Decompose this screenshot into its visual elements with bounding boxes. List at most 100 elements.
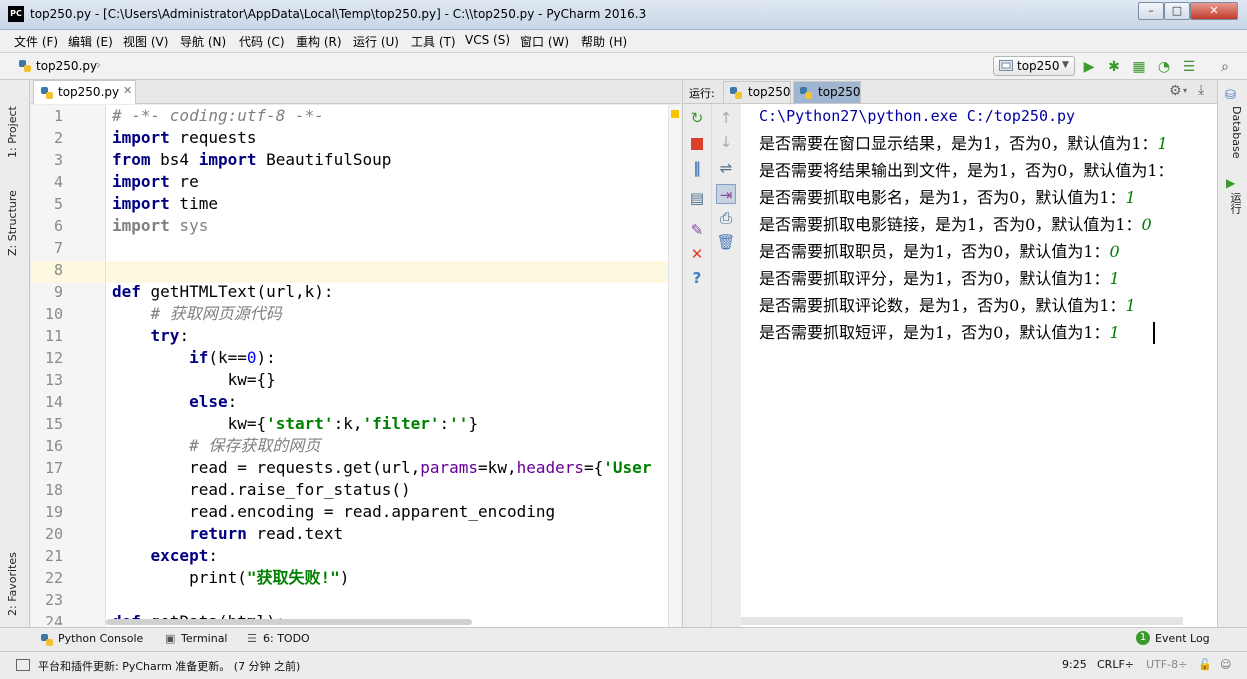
line-number: 23 bbox=[44, 591, 63, 609]
help-icon[interactable]: ? bbox=[687, 268, 707, 288]
run-icon[interactable]: ▶ bbox=[1080, 58, 1098, 76]
line-number: 15 bbox=[44, 415, 63, 433]
line-number: 8 bbox=[53, 261, 63, 279]
status-message[interactable]: 平台和插件更新: PyCharm 准备更新。 (7 分钟 之前) bbox=[38, 658, 300, 674]
console-line: 是否需要抓取电影链接，是为1，否为0，默认值为1：0 bbox=[759, 211, 1152, 238]
lock-icon[interactable]: 🔓 bbox=[1198, 658, 1212, 671]
console-command: C:\Python27\python.exe C:/top250.py bbox=[759, 107, 1076, 125]
menu-file[interactable]: 文件 (F) bbox=[14, 33, 58, 50]
menu-edit[interactable]: 编辑 (E) bbox=[68, 33, 113, 50]
gutter-divider bbox=[105, 105, 106, 627]
minimize-button[interactable]: – bbox=[1138, 2, 1164, 20]
menu-bar: 文件 (F) 编辑 (E) 视图 (V) 导航 (N) 代码 (C) 重构 (R… bbox=[0, 30, 1247, 52]
rerun-icon[interactable]: ↻ bbox=[687, 108, 707, 128]
line-number: 16 bbox=[44, 437, 63, 455]
python-file-icon bbox=[730, 87, 742, 99]
breadcrumb-chevron-icon: › bbox=[96, 58, 102, 73]
console-input: 1 bbox=[1125, 296, 1136, 315]
breadcrumb-file[interactable]: top250.py bbox=[36, 59, 97, 73]
menu-window[interactable]: 窗口 (W) bbox=[520, 33, 569, 50]
line-number: 14 bbox=[44, 393, 63, 411]
menu-navigate[interactable]: 导航 (N) bbox=[180, 33, 226, 50]
inspector-icon[interactable]: ☺ bbox=[1220, 658, 1231, 671]
arrow-down-icon[interactable]: ↓ bbox=[716, 132, 736, 152]
code-line: if(k==0): bbox=[189, 348, 276, 367]
line-separator[interactable]: CRLF÷ bbox=[1097, 658, 1134, 671]
caret-position[interactable]: 9:25 bbox=[1062, 658, 1087, 671]
debug-icon[interactable]: ✱ bbox=[1105, 58, 1123, 76]
coverage-icon[interactable]: ▦ bbox=[1130, 58, 1148, 76]
code-line: try: bbox=[150, 326, 190, 345]
run-config-icon bbox=[999, 60, 1013, 71]
console-input: 0 bbox=[1109, 242, 1120, 261]
close-icon[interactable]: ✕ bbox=[123, 84, 132, 97]
console-input: 1 bbox=[1157, 134, 1168, 153]
python-file-icon bbox=[41, 87, 53, 99]
run-tool-tab[interactable]: 运行 bbox=[1223, 192, 1243, 222]
run-toolbar-primary: ↻ ‖ ▤ ✎ ✕ ? bbox=[682, 104, 711, 627]
pycharm-app-icon: PC bbox=[8, 6, 24, 22]
current-line-highlight bbox=[31, 261, 668, 283]
menu-run[interactable]: 运行 (U) bbox=[353, 33, 399, 50]
arrow-up-icon[interactable]: ↑ bbox=[716, 108, 736, 128]
event-log-tab[interactable]: Event Log bbox=[1155, 632, 1210, 645]
menu-help[interactable]: 帮助 (H) bbox=[581, 33, 627, 50]
tool-window-toggle-icon[interactable] bbox=[16, 659, 30, 671]
maximize-button[interactable]: □ bbox=[1164, 2, 1190, 20]
chevron-down-icon[interactable]: ▾ bbox=[1183, 86, 1187, 95]
editor-horizontal-scrollbar[interactable] bbox=[106, 619, 472, 625]
terminal-tab[interactable]: Terminal bbox=[181, 632, 228, 645]
scroll-to-end-icon[interactable]: ⇥ bbox=[716, 184, 736, 204]
console-input: 1 bbox=[1109, 269, 1120, 288]
editor-marker-strip[interactable] bbox=[668, 105, 681, 627]
restore-layout-icon[interactable]: ▤ bbox=[687, 188, 707, 208]
close-button[interactable]: ✕ bbox=[1190, 2, 1238, 20]
run-tab-top250-2[interactable]: top250 bbox=[793, 81, 861, 103]
menu-vcs[interactable]: VCS (S) bbox=[465, 33, 510, 47]
warning-marker[interactable] bbox=[671, 110, 679, 118]
trash-icon[interactable]: 🗑 bbox=[716, 232, 736, 252]
concurrency-icon[interactable]: ☰ bbox=[1180, 58, 1198, 76]
menu-tools[interactable]: 工具 (T) bbox=[411, 33, 456, 50]
run-tab-top250-1[interactable]: top250 bbox=[723, 81, 791, 103]
structure-tool-tab[interactable]: Z: Structure bbox=[6, 176, 28, 256]
terminal-icon: ▣ bbox=[165, 632, 176, 645]
run-toolbar-secondary: ↑ ↓ ⇌ ⇥ ⎙ 🗑 bbox=[711, 104, 740, 627]
console-prompt: 是否需要抓取电影名，是为1，否为0，默认值为1： bbox=[759, 188, 1126, 207]
editor-tab-label: top250.py bbox=[58, 85, 120, 99]
todo-icon: ☰ bbox=[247, 632, 257, 645]
database-tool-tab[interactable]: Database bbox=[1223, 106, 1243, 166]
console-horizontal-scrollbar[interactable] bbox=[741, 617, 1183, 625]
console-line: 是否需要抓取短评，是为1，否为0，默认值为1：1 bbox=[759, 319, 1120, 346]
todo-tab[interactable]: 6: TODO bbox=[263, 632, 310, 645]
console-caret bbox=[1153, 322, 1155, 344]
file-encoding[interactable]: UTF-8÷ bbox=[1146, 658, 1187, 671]
console-prompt: 是否需要将结果输出到文件，是为1，否为0，默认值为1： bbox=[759, 161, 1174, 180]
hide-panel-icon[interactable]: ⤓ bbox=[1198, 82, 1204, 98]
print-icon[interactable]: ⎙ bbox=[716, 208, 736, 228]
project-tool-tab[interactable]: 1: Project bbox=[6, 88, 28, 158]
menu-code[interactable]: 代码 (C) bbox=[239, 33, 285, 50]
profile-icon[interactable]: ◔ bbox=[1155, 58, 1173, 76]
editor-tab-top250[interactable]: top250.py ✕ bbox=[33, 80, 136, 104]
code-line: # 保存获取的网页 bbox=[189, 436, 321, 455]
right-tool-stripe: ⛁ Database ▶ 运行 bbox=[1217, 80, 1247, 627]
stop-icon[interactable] bbox=[687, 134, 707, 154]
console-prompt: 是否需要抓取短评，是为1，否为0，默认值为1： bbox=[759, 323, 1110, 342]
python-console-tab[interactable]: Python Console bbox=[58, 632, 143, 645]
navigation-bar: top250.py › top250 ▼ ▶ ✱ ▦ ◔ ☰ ⌕ bbox=[0, 52, 1247, 80]
gear-icon[interactable]: ⚙ bbox=[1169, 83, 1182, 99]
line-number: 17 bbox=[44, 459, 63, 477]
run-configuration-select[interactable]: top250 ▼ bbox=[993, 56, 1075, 76]
search-icon[interactable]: ⌕ bbox=[1216, 58, 1234, 76]
pause-icon[interactable]: ‖ bbox=[687, 158, 707, 178]
line-number: 21 bbox=[44, 547, 63, 565]
pin-icon[interactable]: ✎ bbox=[687, 220, 707, 240]
menu-view[interactable]: 视图 (V) bbox=[123, 33, 168, 50]
line-number: 22 bbox=[44, 569, 63, 587]
favorites-tool-tab[interactable]: 2: Favorites bbox=[6, 536, 28, 616]
menu-refactor[interactable]: 重构 (R) bbox=[296, 33, 342, 50]
code-line: kw={} bbox=[112, 370, 276, 389]
soft-wrap-icon[interactable]: ⇌ bbox=[716, 158, 736, 178]
close-icon[interactable]: ✕ bbox=[687, 244, 707, 264]
